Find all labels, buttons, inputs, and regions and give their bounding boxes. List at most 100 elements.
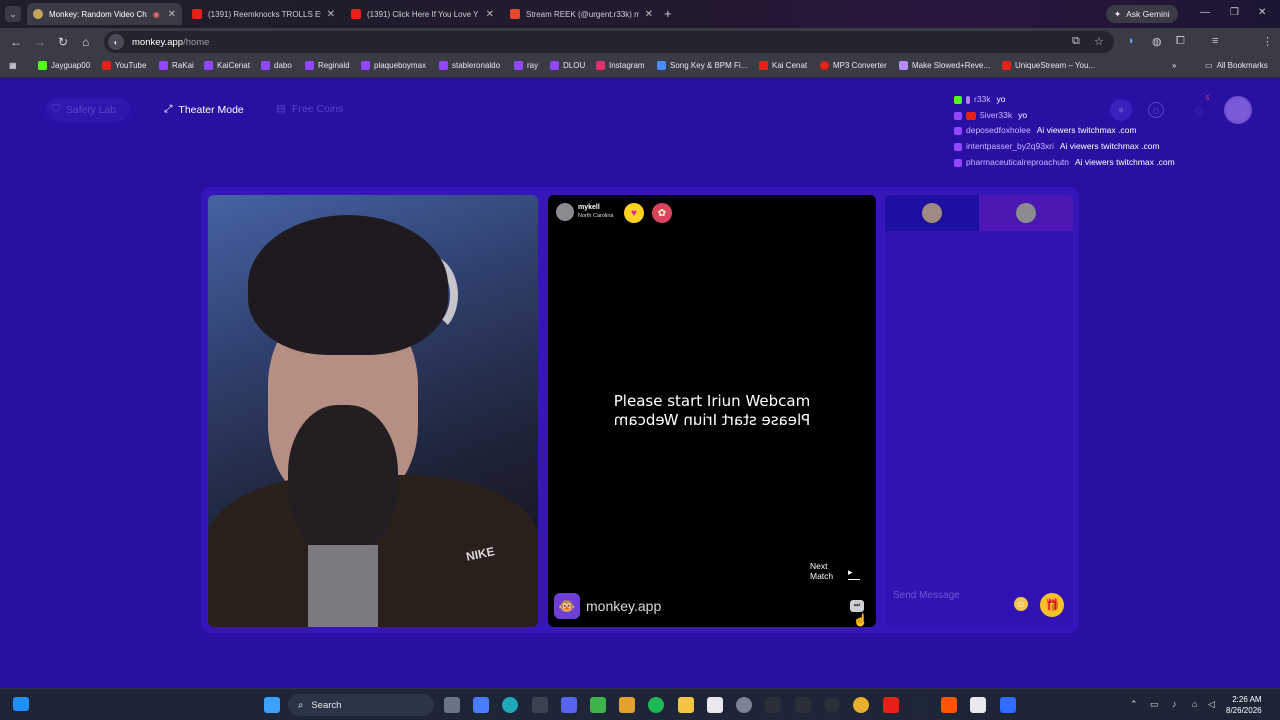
capcut-icon[interactable] xyxy=(970,697,986,713)
notification-count: 5 xyxy=(1206,96,1210,102)
volume-icon[interactable]: ◁ xyxy=(1208,699,1215,710)
tab-reemknocks[interactable]: (1391) Reemknocks TROLLS Ev ✕ xyxy=(186,3,341,25)
restore-icon[interactable]: ❐ xyxy=(1230,7,1239,18)
heart-badge-icon[interactable]: ♥ xyxy=(624,203,644,223)
epic-games-icon[interactable] xyxy=(795,697,811,713)
settings-icon[interactable] xyxy=(736,697,752,713)
bookmark-item[interactable]: stableronaldo xyxy=(439,61,500,70)
close-tab-icon[interactable]: ✕ xyxy=(645,9,653,20)
widgets-icon[interactable] xyxy=(13,697,29,711)
close-tab-icon[interactable]: ✕ xyxy=(168,9,176,20)
bookmark-star-icon[interactable]: ☆ xyxy=(1094,35,1104,48)
bookmark-item[interactable]: Reginald xyxy=(305,61,350,70)
safety-lab-button[interactable]: ⛉ Safety Lab xyxy=(52,103,116,116)
bookmark-item[interactable]: Song Key & BPM Fi... xyxy=(657,61,747,70)
microphone-icon[interactable]: ♪ xyxy=(1172,699,1177,709)
tray-chevron-icon[interactable]: ⌃ xyxy=(1130,699,1138,710)
home-icon[interactable]: ⌂ xyxy=(82,35,89,49)
reload-icon[interactable]: ↻ xyxy=(58,35,68,49)
free-coins-button[interactable]: ▤ Free Coins xyxy=(276,103,343,115)
windows-start-icon[interactable] xyxy=(264,697,280,713)
site-info-icon[interactable]: ◐ xyxy=(108,34,124,50)
bookmark-item[interactable]: DLOU xyxy=(550,61,585,70)
bravo-icon[interactable] xyxy=(619,697,635,713)
bookmark-item[interactable]: plaqueboymax xyxy=(361,61,426,70)
system-clock[interactable]: 2:26 AM 8/26/2026 xyxy=(1226,694,1262,716)
tab-list-icon[interactable]: ≡ xyxy=(1212,35,1218,47)
extensions-puzzle-icon[interactable]: ⧠ xyxy=(1176,35,1185,48)
bookmark-item[interactable]: ray xyxy=(514,61,538,70)
youtube-app-icon[interactable] xyxy=(883,697,899,713)
bookmark-item[interactable]: dabo xyxy=(261,61,292,70)
minimize-icon[interactable]: — xyxy=(1200,7,1210,18)
bookmark-item[interactable]: MP3 Converter xyxy=(820,61,887,70)
gift-icon[interactable]: 🎁 xyxy=(1040,593,1064,617)
bookmark-item[interactable]: YouTube xyxy=(102,61,146,70)
close-tab-icon[interactable]: ✕ xyxy=(327,9,335,20)
media-player-icon[interactable] xyxy=(824,697,840,713)
next-match-icon[interactable]: ▸ xyxy=(848,567,860,580)
bookmark-label: RaKai xyxy=(172,61,194,70)
network-icon[interactable]: ⌂ xyxy=(1192,699,1197,709)
all-bookmarks-button[interactable]: ▭ All Bookmarks xyxy=(1205,61,1268,70)
user-avatar[interactable] xyxy=(1224,96,1252,124)
tab-search-button[interactable]: ⌄ xyxy=(5,6,21,22)
edge-icon[interactable] xyxy=(502,697,518,713)
task-view-icon[interactable] xyxy=(444,697,460,713)
bookmark-item[interactable]: Jayguap00 xyxy=(38,61,90,70)
app-icon[interactable] xyxy=(1000,697,1016,713)
chatgpt-icon[interactable] xyxy=(532,697,548,713)
emoji-icon[interactable]: ☺ xyxy=(1014,597,1028,611)
ask-gemini-button[interactable]: ✦ Ask Gemini xyxy=(1106,5,1178,23)
vr-icon[interactable] xyxy=(765,697,781,713)
stream-chat-overlay: r33k yo 5iver33k yo deposedfoxholee Ai v… xyxy=(954,92,1175,171)
bookmark-item[interactable]: Make Slowed+Reve... xyxy=(899,61,990,70)
bookmark-item[interactable]: Kai Cenat xyxy=(759,61,807,70)
bookmark-item[interactable]: RaKai xyxy=(159,61,194,70)
apps-grid-icon[interactable]: ▦ xyxy=(9,61,17,70)
taskbar-search[interactable]: ⌕ Search xyxy=(288,694,434,716)
spotify-icon[interactable] xyxy=(648,697,664,713)
close-window-icon[interactable]: ✕ xyxy=(1258,7,1266,18)
tab-stream-reek[interactable]: Stream REEK (@urgent.r33k) m ✕ xyxy=(504,3,659,25)
clock-time: 2:26 AM xyxy=(1232,695,1262,704)
bookmark-item[interactable]: UniqueStream – You... xyxy=(1002,61,1095,70)
bookmark-item[interactable]: Instagram xyxy=(596,61,645,70)
next-match-label[interactable]: Next Match xyxy=(810,561,846,581)
copilot-icon[interactable] xyxy=(473,697,489,713)
address-bar[interactable]: ◐ monkey.app/home xyxy=(104,31,1114,53)
gift-badge-icon[interactable]: ✿ xyxy=(652,203,672,223)
extension-icon[interactable]: ◍ xyxy=(1152,35,1162,48)
bookmark-item[interactable]: KaiCenat xyxy=(204,61,250,70)
bookmarks-overflow-icon[interactable]: » xyxy=(1172,61,1176,70)
chrome-icon[interactable] xyxy=(853,697,869,713)
discord-icon[interactable] xyxy=(561,697,577,713)
chat-tab-self[interactable] xyxy=(979,195,1073,231)
steam-icon[interactable] xyxy=(912,697,928,713)
extension-icon[interactable]: ◗ xyxy=(1128,35,1135,47)
uniquestream-icon xyxy=(1002,61,1011,70)
tray-monitor-icon[interactable]: ▭ xyxy=(1150,699,1159,710)
soundcloud-icon[interactable] xyxy=(941,697,957,713)
back-icon[interactable]: ← xyxy=(10,35,22,49)
new-tab-button[interactable]: + xyxy=(664,6,672,21)
chat-bubble-icon[interactable]: ◌ xyxy=(1188,99,1210,121)
theater-mode-button[interactable]: ⤢ Theater Mode xyxy=(164,103,244,116)
file-explorer-icon[interactable] xyxy=(678,697,694,713)
forward-icon[interactable]: → xyxy=(34,35,46,49)
tab-click-here[interactable]: (1391) Click Here If You Love Y ✕ xyxy=(345,3,500,25)
browser-tab-strip: ⌄ Monkey: Random Video Ch ◉ ✕ (1391) Ree… xyxy=(0,0,1280,28)
menu-icon[interactable]: ⋮ xyxy=(1262,35,1273,48)
chat-tab-partner[interactable] xyxy=(885,195,979,231)
close-tab-icon[interactable]: ✕ xyxy=(486,9,494,20)
skip-icon[interactable]: ⏭ xyxy=(850,600,864,612)
url-host: monkey.app xyxy=(132,36,184,48)
chat-message: yo xyxy=(1018,109,1028,120)
remote-user-avatar[interactable] xyxy=(556,203,574,221)
send-message-input[interactable]: Send Message xyxy=(893,590,960,601)
minecraft-icon[interactable] xyxy=(590,697,606,713)
webcam-message: Please start Iriun Webcam xyxy=(613,392,811,410)
tab-monkey[interactable]: Monkey: Random Video Ch ◉ ✕ xyxy=(27,3,182,25)
notepad-icon[interactable] xyxy=(707,697,723,713)
cast-icon[interactable]: ⧉ xyxy=(1072,35,1080,48)
